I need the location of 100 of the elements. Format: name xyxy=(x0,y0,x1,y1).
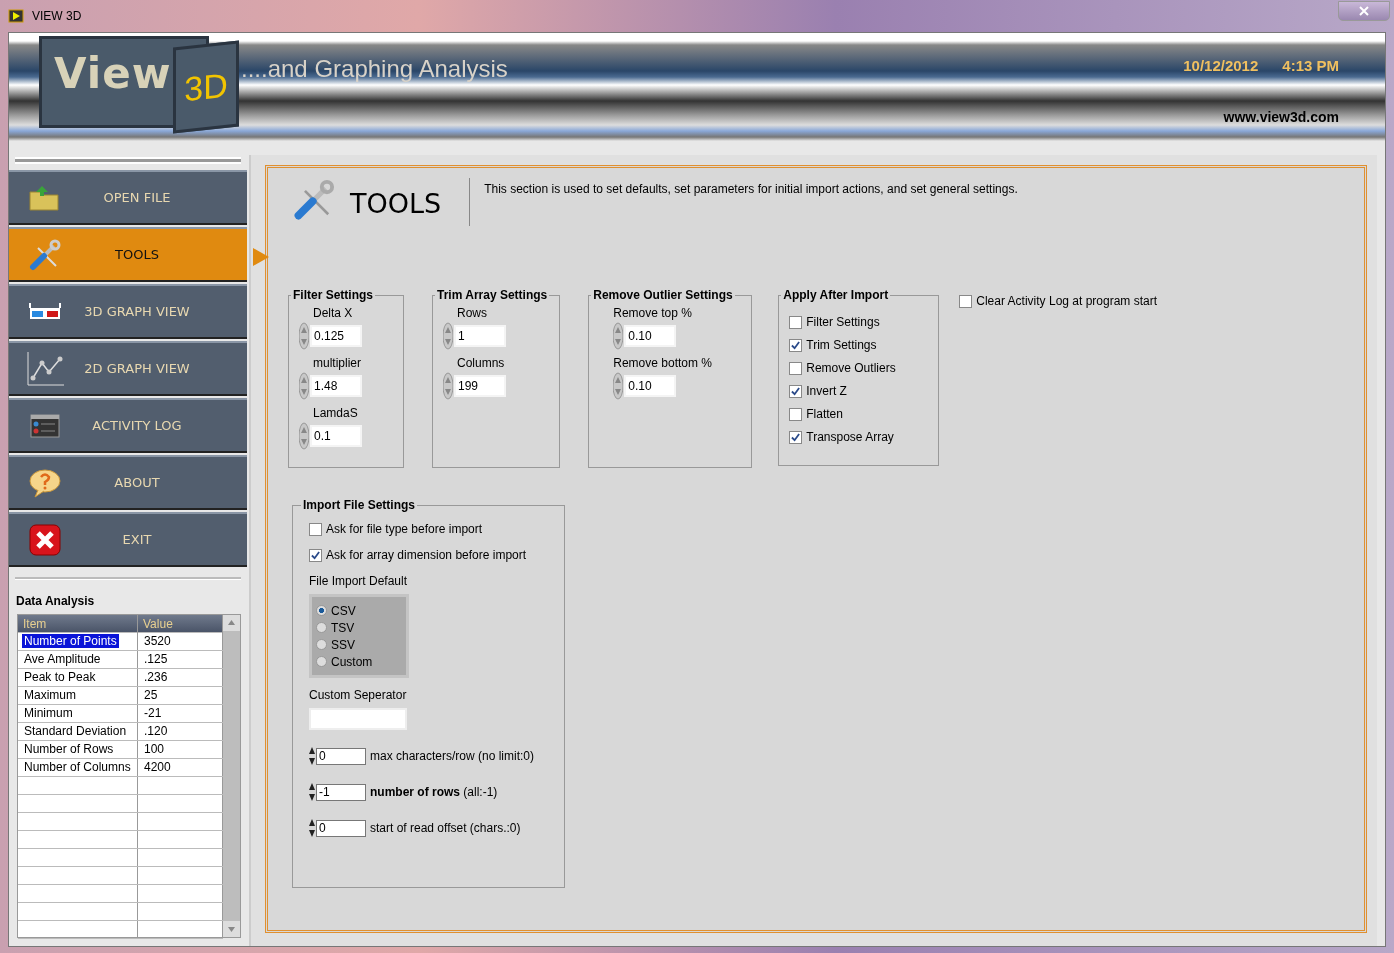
section-title: Data Analysis xyxy=(15,593,96,610)
time-text: 4:13 PM xyxy=(1282,57,1339,74)
scroll-up-icon[interactable] xyxy=(223,615,240,631)
wrench-screwdriver-icon xyxy=(28,237,62,272)
line-graph-icon xyxy=(25,349,65,388)
checkbox[interactable] xyxy=(789,384,803,398)
window-title: VIEW 3D xyxy=(32,9,82,23)
table-cell-text: .120 xyxy=(143,724,169,738)
field-label: Delta X xyxy=(312,306,354,320)
table-cell-text: .236 xyxy=(143,670,169,684)
checkbox[interactable] xyxy=(789,315,803,329)
number-field[interactable]: 0.1 xyxy=(310,425,362,447)
field-label: Columns xyxy=(456,356,506,370)
wrench-screwdriver-icon xyxy=(292,178,336,222)
scrollbar[interactable] xyxy=(223,615,240,937)
nav-button[interactable]: ACTIVITY LOG xyxy=(9,398,247,453)
radio-button[interactable] xyxy=(316,656,327,667)
folder-icon xyxy=(28,183,62,212)
column-header: Item xyxy=(18,615,138,633)
number-field[interactable]: 0 xyxy=(316,747,366,765)
checkbox-label: Remove Outliers xyxy=(806,361,896,375)
checkbox[interactable] xyxy=(789,338,803,352)
radio-button[interactable] xyxy=(316,622,327,633)
checkbox-label: Invert Z xyxy=(806,384,847,398)
table-cell-text: 100 xyxy=(143,742,166,756)
group-title: Apply After Import xyxy=(782,288,890,302)
nav-button[interactable]: 3D GRAPH VIEW xyxy=(9,284,247,339)
log-window-icon xyxy=(30,413,60,438)
table-cell-text: .125 xyxy=(143,652,169,666)
radio-label: TSV xyxy=(331,620,355,635)
group-title: Remove Outlier Settings xyxy=(592,288,734,302)
number-field[interactable]: -1 xyxy=(316,783,366,801)
group-title: Trim Array Settings xyxy=(436,288,549,302)
3d-glasses-icon xyxy=(28,301,62,322)
radio-button[interactable] xyxy=(316,605,327,616)
scroll-down-icon[interactable] xyxy=(223,921,240,937)
radio-label: CSV xyxy=(331,603,356,618)
nav-button[interactable]: 2D GRAPH VIEW xyxy=(9,341,247,396)
number-field[interactable]: 0 xyxy=(316,819,366,837)
number-field[interactable]: 1 xyxy=(454,325,506,347)
table-cell[interactable]: Minimum xyxy=(22,706,75,720)
page-title: TOOLS xyxy=(350,188,442,219)
nav-button[interactable]: ABOUT xyxy=(9,455,247,510)
close-icon xyxy=(1359,6,1369,16)
table-cell[interactable]: Ave Amplitude xyxy=(22,652,103,666)
date-text: 10/12/2012 xyxy=(1183,57,1259,74)
checkbox[interactable] xyxy=(789,430,803,444)
checkbox-label: Flatten xyxy=(806,407,843,421)
checkbox-label: Ask for file type before import xyxy=(326,522,483,536)
field-label: Remove bottom % xyxy=(612,356,713,370)
checkbox[interactable] xyxy=(309,522,322,536)
table-cell-text: 4200 xyxy=(143,760,172,774)
checkbox-label: Transpose Array xyxy=(806,430,894,444)
field-label: number of rows (all:-1) xyxy=(370,785,498,799)
table-cell[interactable]: Standard Deviation xyxy=(22,724,129,738)
field-label: LamdaS xyxy=(312,406,359,420)
field-label: Remove top % xyxy=(612,306,693,320)
checkbox-label: Ask for array dimension before import xyxy=(326,548,527,562)
field-label: max characters/row (no limit:0) xyxy=(370,749,535,763)
field-label: Custom Seperator xyxy=(309,688,408,702)
group-title: Import File Settings xyxy=(302,498,416,512)
table-cell[interactable]: Number of Points xyxy=(22,634,119,648)
number-field[interactable]: 199 xyxy=(454,375,506,397)
separator-field[interactable] xyxy=(309,708,407,730)
table-cell-text: 3520 xyxy=(143,634,172,648)
number-field[interactable]: 0.10 xyxy=(624,375,677,397)
table-cell-text: -21 xyxy=(143,706,163,720)
number-field[interactable]: 0.125 xyxy=(310,325,362,347)
tagline: ....and Graphing Analysis xyxy=(241,55,508,83)
nav-button[interactable]: EXIT xyxy=(9,512,247,567)
field-label: File Import Default xyxy=(309,574,409,588)
logo-badge: 3D xyxy=(173,40,239,134)
app-icon xyxy=(8,8,24,24)
radio-label: SSV xyxy=(331,637,355,652)
checkbox[interactable] xyxy=(789,361,803,375)
checkbox[interactable] xyxy=(959,294,973,308)
checkbox-label: Clear Activity Log at program start xyxy=(976,294,1157,308)
field-label: start of read offset (chars.:0) xyxy=(370,821,521,835)
table-cell[interactable]: Peak to Peak xyxy=(22,670,98,684)
table-cell[interactable]: Number of Columns xyxy=(22,760,133,774)
number-field[interactable]: 1.48 xyxy=(310,375,362,397)
checkbox-label: Filter Settings xyxy=(806,315,880,329)
website-text: www.view3d.com xyxy=(1223,109,1339,125)
checkbox[interactable] xyxy=(789,407,803,421)
field-label: Rows xyxy=(456,306,488,320)
number-field[interactable]: 0.10 xyxy=(624,325,677,347)
close-button[interactable] xyxy=(1338,1,1390,21)
checkbox[interactable] xyxy=(309,548,322,562)
group-title: Filter Settings xyxy=(292,288,374,302)
table-cell[interactable]: Maximum xyxy=(22,688,78,702)
table-cell-text: 25 xyxy=(143,688,159,702)
field-label: multiplier xyxy=(312,356,362,370)
close-icon xyxy=(29,523,61,556)
description-text: This section is used to set defaults, set parameters for initial import actions, and set general settings. xyxy=(484,182,1018,196)
checkbox-label: Trim Settings xyxy=(806,338,877,352)
radio-label: Custom xyxy=(331,654,373,669)
table-cell[interactable]: Number of Rows xyxy=(22,742,116,756)
nav-button[interactable]: OPEN FILE xyxy=(9,170,247,225)
help-bubble-icon xyxy=(28,467,62,498)
radio-button[interactable] xyxy=(316,639,327,650)
